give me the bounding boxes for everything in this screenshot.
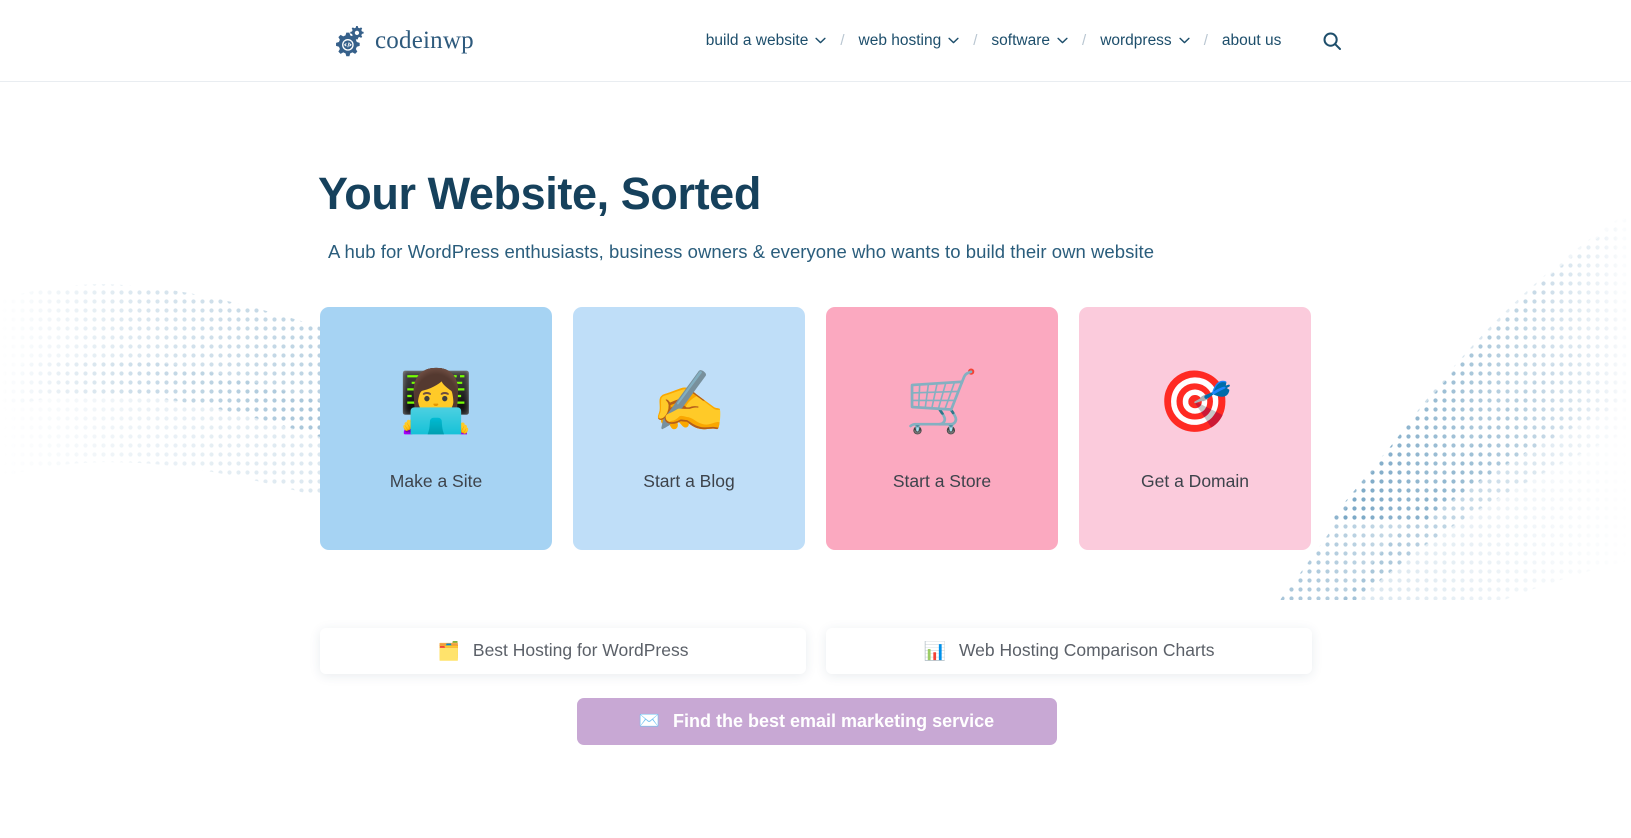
nav-label: software [991,31,1051,49]
main-navigation: build a website / web hosting / software… [706,30,1344,52]
bar-chart-emoji: 📊 [923,640,946,661]
chevron-down-icon [815,37,826,44]
site-logo-text: codeinwp [375,27,474,54]
cta-label: Find the best email marketing service [673,710,995,731]
nav-item-build-a-website[interactable]: build a website [706,32,827,50]
link-label: Best Hosting for WordPress [472,640,689,660]
bullseye-dart-emoji: 🎯 [1157,367,1233,435]
header-inner: codeinwp build a website / web hosting /… [0,0,1631,81]
envelope-emoji: ✉️ [638,711,661,730]
site-header: codeinwp build a website / web hosting /… [0,0,1631,82]
writing-hand-emoji: ✍️ [651,367,727,435]
cta-row: ✉️ Find the best email marketing service [320,697,1313,745]
page-title: Your Website, Sorted [318,168,761,219]
card-index-dividers-emoji: 🗂️ [437,640,460,661]
hero-subtitle: A hub for WordPress enthusiasts, busines… [328,240,1155,262]
chevron-down-icon [948,37,959,44]
nav-separator: / [1203,32,1208,49]
quick-link-bar: 🗂️ Best Hosting for WordPress 📊 Web Host… [320,627,1631,674]
nav-label: web hosting [858,31,942,49]
search-button[interactable] [1321,30,1343,52]
card-make-a-site[interactable]: 👩‍💻 Make a Site [320,306,552,550]
site-logo-link[interactable]: codeinwp [336,25,474,57]
nav-separator: / [1082,32,1087,49]
card-label: Start a Store [892,470,992,491]
category-card-grid: 👩‍💻 Make a Site ✍️ Start a Blog 🛒 Start … [320,306,1631,550]
cta-find-email-marketing-service[interactable]: ✉️ Find the best email marketing service [576,697,1057,745]
link-best-hosting-for-wordpress[interactable]: 🗂️ Best Hosting for WordPress [320,627,806,674]
nav-label: about us [1221,31,1282,49]
card-start-a-blog[interactable]: ✍️ Start a Blog [573,306,805,550]
nav-item-software[interactable]: software [991,32,1068,50]
nav-separator: / [840,32,845,49]
card-label: Get a Domain [1141,470,1249,491]
card-label: Start a Blog [643,470,735,491]
card-get-a-domain[interactable]: 🎯 Get a Domain [1079,306,1311,550]
nav-item-about-us[interactable]: about us [1222,32,1281,50]
card-start-a-store[interactable]: 🛒 Start a Store [826,306,1058,550]
shopping-cart-emoji: 🛒 [904,367,980,435]
link-web-hosting-comparison-charts[interactable]: 📊 Web Hosting Comparison Charts [826,627,1312,674]
nav-label: build a website [705,31,809,49]
hero-section: Your Website, Sorted A hub for WordPress… [0,82,1631,745]
link-label: Web Hosting Comparison Charts [958,640,1215,660]
card-label: Make a Site [389,470,483,491]
nav-item-wordpress[interactable]: wordpress [1100,32,1190,50]
nav-item-web-hosting[interactable]: web hosting [859,32,960,50]
nav-separator: / [973,32,978,49]
person-laptop-emoji: 👩‍💻 [398,367,474,435]
nav-label: wordpress [1100,31,1172,49]
gear-code-logo-icon [336,25,364,56]
search-icon [1323,32,1342,50]
chevron-down-icon [1179,37,1190,44]
chevron-down-icon [1057,37,1068,44]
